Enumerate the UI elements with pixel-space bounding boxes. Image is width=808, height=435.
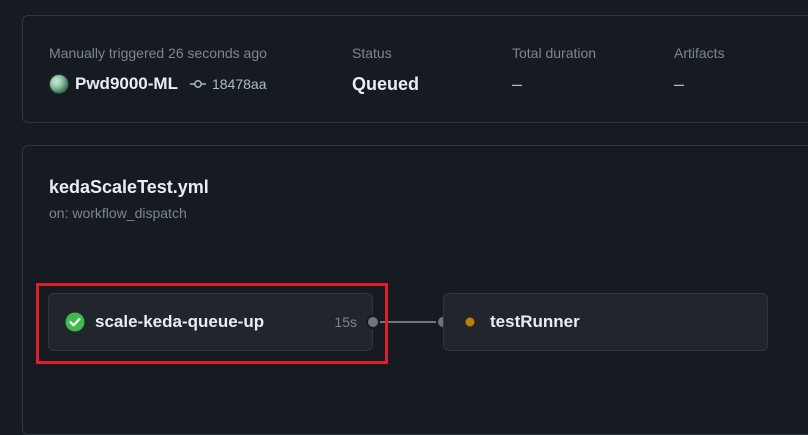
workflow-graph-panel: kedaScaleTest.yml on: workflow_dispatch: [22, 145, 808, 435]
status-column: Status Queued: [352, 44, 419, 95]
run-summary-panel: Manually triggered 26 seconds ago Pwd900…: [22, 15, 808, 123]
workflow-file-name[interactable]: kedaScaleTest.yml: [49, 177, 209, 198]
duration-column: Total duration –: [512, 44, 596, 95]
status-value: Queued: [352, 74, 420, 94]
actor-name-link[interactable]: Pwd9000-ML: [75, 74, 178, 94]
job-duration: 15s: [334, 314, 357, 330]
status-label: Status: [352, 45, 392, 61]
duration-value: –: [512, 74, 523, 94]
trigger-column: Manually triggered 26 seconds ago Pwd900…: [49, 44, 267, 95]
connector-out-dot: [366, 315, 380, 329]
artifacts-value: –: [674, 74, 685, 94]
trigger-text: Manually triggered 26 seconds ago: [49, 45, 267, 61]
job-name: scale-keda-queue-up: [95, 312, 265, 331]
job-card-scale-keda-queue-up[interactable]: scale-keda-queue-up 15s: [48, 293, 373, 351]
commit-sha-link[interactable]: 18478aa: [212, 76, 267, 92]
job-connector-line: [377, 321, 439, 323]
avatar[interactable]: [49, 74, 69, 94]
artifacts-label: Artifacts: [674, 45, 725, 61]
check-circle-icon: [65, 312, 85, 332]
job-name: testRunner: [490, 312, 580, 331]
git-commit-icon: [189, 80, 206, 88]
duration-label: Total duration: [512, 45, 597, 61]
job-card-testrunner[interactable]: testRunner: [443, 293, 768, 351]
artifacts-column: Artifacts –: [674, 44, 725, 95]
queued-dot-icon: [465, 317, 475, 327]
actor-row: Pwd9000-ML 18478aa: [49, 73, 267, 95]
workflow-trigger: on: workflow_dispatch: [49, 205, 187, 221]
